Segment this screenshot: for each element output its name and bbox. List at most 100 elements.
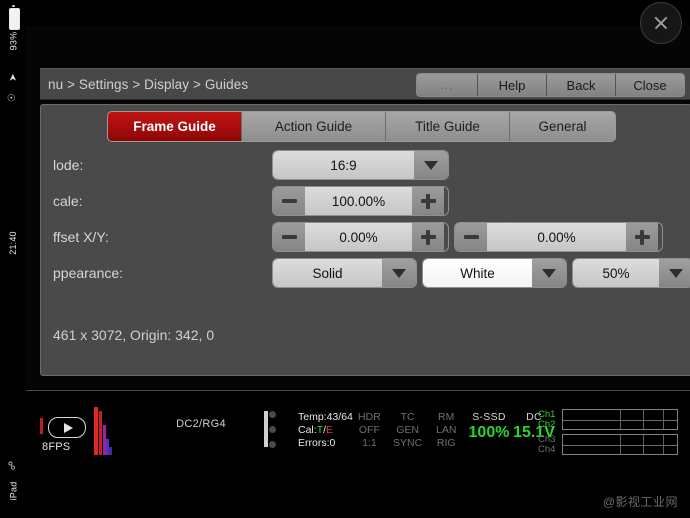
offset-y-value[interactable]: 0.00% xyxy=(487,223,626,251)
camera-status-bar: 8FPS DC2/RG4 Temp:43/64 Cal:T/E Errors:0 xyxy=(26,390,690,487)
appearance-color-select[interactable]: White xyxy=(422,258,567,288)
app-window: nu > Settings > Display > Guides ... Hel… xyxy=(26,0,690,518)
bluetooth-icon: ☍ xyxy=(7,460,18,471)
help-button[interactable]: Help xyxy=(478,74,547,96)
indicator-dots xyxy=(269,411,276,456)
scale-stepper[interactable]: 100.00% xyxy=(272,186,449,216)
scale-increment-button[interactable] xyxy=(412,187,444,215)
battery-nub-icon xyxy=(12,5,15,7)
resolution-origin-text: 461 x 3072, Origin: 342, 0 xyxy=(53,327,215,343)
tab-general[interactable]: General xyxy=(510,112,615,141)
battery-icon xyxy=(9,8,20,30)
offset-y-increment-button[interactable] xyxy=(626,223,658,251)
mode-select[interactable]: 16:9 xyxy=(272,150,449,180)
hdr-label: HDR xyxy=(358,411,381,423)
audio-channel-labels-1-2: Ch1 Ch2 xyxy=(538,408,562,430)
level-bar xyxy=(264,411,268,447)
appearance-style-dropdown-button[interactable] xyxy=(382,259,416,287)
audio-meter-1-2 xyxy=(562,409,678,430)
tab-action-guide[interactable]: Action Guide xyxy=(242,112,386,141)
offset-x-value[interactable]: 0.00% xyxy=(305,223,412,251)
appearance-opacity-value[interactable]: 50% xyxy=(573,259,659,287)
channel-label-ch4: Ch4 xyxy=(538,443,556,455)
form-rows: lode: 16:9 cale: 100.00% ffset X/Y: 0.00… xyxy=(41,147,690,291)
plus-icon xyxy=(634,229,650,245)
row-appearance: ppearance: Solid White 50% xyxy=(41,255,690,291)
appearance-color-value[interactable]: White xyxy=(423,259,532,287)
tab-frame-guide[interactable]: Frame Guide xyxy=(108,112,242,141)
menu-buttons: ... Help Back Close xyxy=(416,73,685,97)
cal-value: Cal:T/E xyxy=(298,424,334,436)
plus-icon xyxy=(420,193,436,209)
offset-label: ffset X/Y: xyxy=(53,229,109,245)
audio-meter-3-4 xyxy=(562,434,678,455)
chevron-down-icon xyxy=(542,268,556,278)
channel-label-ch3: Ch3 xyxy=(538,433,556,445)
timecode-status: TC GEN SYNC xyxy=(393,411,422,450)
clock: 21:40 xyxy=(8,231,18,255)
camera-health-stats: Temp:43/64 Cal:T/E Errors:0 xyxy=(298,411,353,450)
chevron-down-icon xyxy=(392,268,406,278)
ipad-status-rail: 93% ➤ ☉ 21:40 ☍ iPad xyxy=(0,0,26,518)
media-label: DC2/RG4 xyxy=(176,418,226,430)
scale-value[interactable]: 100.00% xyxy=(305,187,412,215)
minus-icon xyxy=(281,235,297,239)
mode-label: lode: xyxy=(53,157,84,173)
mode-dropdown-button[interactable] xyxy=(414,151,448,179)
watermark: @影视工业网 xyxy=(602,495,678,509)
breadcrumb: nu > Settings > Display > Guides xyxy=(48,76,249,92)
minus-icon xyxy=(281,199,297,203)
mode-value[interactable]: 16:9 xyxy=(273,151,414,179)
plus-icon xyxy=(420,229,436,245)
row-offset: ffset X/Y: 0.00% 0.00% xyxy=(41,219,690,255)
appearance-opacity-dropdown-button[interactable] xyxy=(659,259,690,287)
chevron-down-icon xyxy=(424,160,438,170)
offset-y-stepper[interactable]: 0.00% xyxy=(454,222,663,252)
tc-sync: SYNC xyxy=(393,437,423,449)
audio-pair-1-2: Ch1 Ch2 xyxy=(538,409,678,430)
appearance-opacity-select[interactable]: 50% xyxy=(572,258,690,288)
back-button[interactable]: Back xyxy=(547,74,616,96)
offset-y-decrement-button[interactable] xyxy=(455,223,487,251)
orientation-lock-icon: ☉ xyxy=(7,92,19,103)
hdr-state: OFF xyxy=(358,424,380,436)
tc-gen: GEN xyxy=(396,424,419,436)
offset-x-decrement-button[interactable] xyxy=(273,223,305,251)
appearance-style-value[interactable]: Solid xyxy=(273,259,382,287)
battery-percent: 93% xyxy=(8,31,18,51)
screen-root: 93% ➤ ☉ 21:40 ☍ iPad nu > Settings > Dis… xyxy=(0,0,690,518)
audio-meters: Ch1 Ch2 Ch3 Ch4 xyxy=(538,409,678,459)
appearance-label: ppearance: xyxy=(53,265,124,281)
device-name: iPad xyxy=(7,481,18,501)
overlay-close-button[interactable] xyxy=(640,2,682,44)
close-x-icon xyxy=(653,15,669,31)
more-button[interactable]: ... xyxy=(417,74,478,96)
row-scale: cale: 100.00% xyxy=(41,183,690,219)
audio-pair-3-4: Ch3 Ch4 xyxy=(538,434,678,455)
minus-icon xyxy=(463,235,479,239)
location-arrow-icon: ➤ xyxy=(7,73,19,82)
hdr-ratio: 1:1 xyxy=(362,437,377,449)
row-mode: lode: 16:9 xyxy=(41,147,690,183)
channel-label-ch1: Ch1 xyxy=(538,408,556,420)
histogram xyxy=(94,403,124,455)
tab-bar: Frame Guide Action Guide Title Guide Gen… xyxy=(107,111,616,142)
tc-label: TC xyxy=(400,411,415,423)
playback-button[interactable] xyxy=(48,417,86,438)
channel-label-ch2: Ch2 xyxy=(538,418,556,430)
chevron-down-icon xyxy=(669,268,683,278)
appearance-style-select[interactable]: Solid xyxy=(272,258,417,288)
tab-title-guide[interactable]: Title Guide xyxy=(386,112,510,141)
menu-bar: nu > Settings > Display > Guides ... Hel… xyxy=(40,68,690,100)
scale-decrement-button[interactable] xyxy=(273,187,305,215)
fps-label: 8FPS xyxy=(42,441,71,453)
offset-x-increment-button[interactable] xyxy=(412,223,444,251)
appearance-color-dropdown-button[interactable] xyxy=(532,259,566,287)
offset-x-stepper[interactable]: 0.00% xyxy=(272,222,449,252)
record-indicator xyxy=(40,418,43,434)
play-icon xyxy=(63,422,73,433)
temp-value: Temp:43/64 xyxy=(298,411,353,423)
hdr-status: HDR OFF 1:1 xyxy=(358,411,381,450)
close-button[interactable]: Close xyxy=(616,74,684,96)
guides-settings-panel: Frame Guide Action Guide Title Guide Gen… xyxy=(40,104,690,376)
